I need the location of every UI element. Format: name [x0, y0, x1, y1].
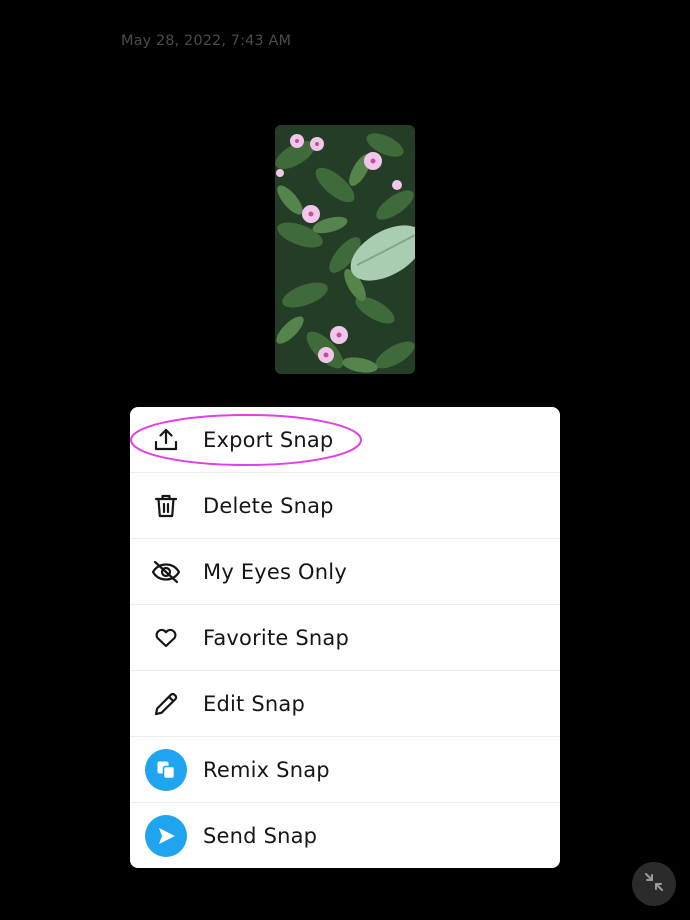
pencil-icon — [144, 682, 188, 726]
eye-off-icon — [144, 550, 188, 594]
my-eyes-only-label: My Eyes Only — [203, 559, 347, 584]
upload-icon — [144, 418, 188, 462]
flower-photo — [275, 125, 415, 374]
snap-thumbnail[interactable] — [275, 125, 415, 374]
favorite-snap-item[interactable]: Favorite Snap — [130, 605, 560, 671]
send-icon — [144, 814, 188, 858]
collapse-button[interactable] — [632, 862, 676, 906]
export-snap-label: Export Snap — [203, 427, 334, 452]
remix-icon — [144, 748, 188, 792]
heart-icon — [144, 616, 188, 660]
snap-timestamp: May 28, 2022, 7:43 AM — [121, 33, 292, 49]
my-eyes-only-item[interactable]: My Eyes Only — [130, 539, 560, 605]
collapse-icon — [643, 871, 665, 897]
remix-snap-label: Remix Snap — [203, 757, 330, 782]
send-snap-item[interactable]: Send Snap — [130, 803, 560, 868]
remix-snap-item[interactable]: Remix Snap — [130, 737, 560, 803]
edit-snap-item[interactable]: Edit Snap — [130, 671, 560, 737]
export-snap-item[interactable]: Export Snap — [130, 407, 560, 473]
favorite-snap-label: Favorite Snap — [203, 625, 350, 650]
snap-action-menu: Export Snap Delete Snap My Eyes Only Fav… — [130, 407, 560, 868]
delete-snap-item[interactable]: Delete Snap — [130, 473, 560, 539]
send-snap-label: Send Snap — [203, 824, 318, 848]
edit-snap-label: Edit Snap — [203, 691, 305, 716]
trash-icon — [144, 484, 188, 528]
delete-snap-label: Delete Snap — [203, 493, 334, 518]
